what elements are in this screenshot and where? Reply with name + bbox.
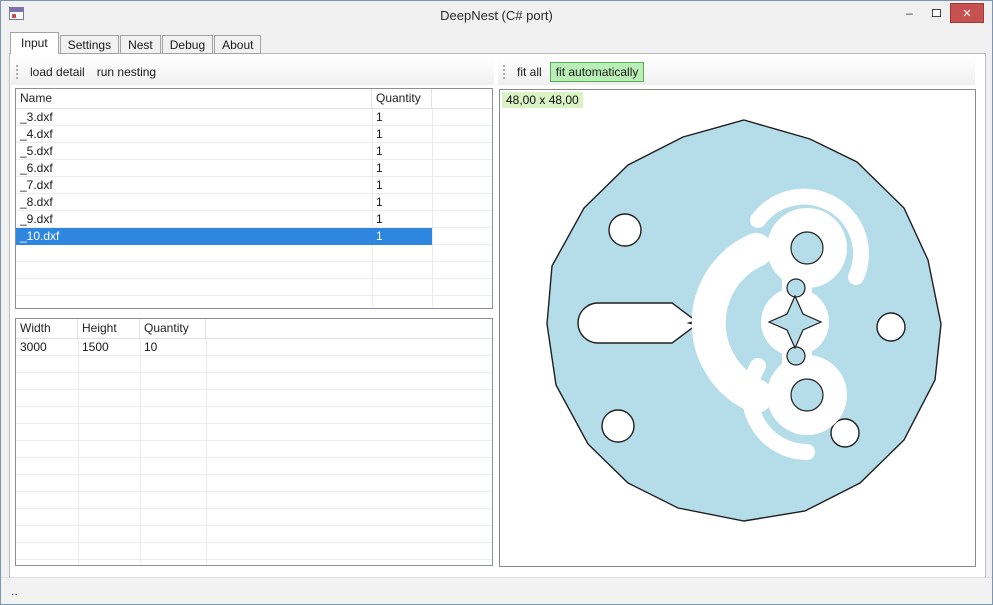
app-window: DeepNest (C# port) – ✕ Input Settings Ne… bbox=[0, 0, 993, 605]
title-bar[interactable]: DeepNest (C# port) – ✕ bbox=[1, 1, 992, 34]
tab-settings[interactable]: Settings bbox=[60, 35, 119, 54]
list-cell: 3000 bbox=[16, 339, 78, 356]
list-cell: _9.dxf bbox=[16, 211, 372, 228]
sheets-list-header: WidthHeightQuantity bbox=[16, 319, 492, 339]
grid-line bbox=[432, 109, 433, 308]
list-cell: _10.dxf bbox=[16, 228, 372, 245]
toolbar-grip-icon bbox=[16, 65, 18, 80]
run-nesting-button[interactable]: run nesting bbox=[91, 62, 162, 82]
list-item[interactable]: 3000150010 bbox=[16, 339, 206, 356]
list-cell: 1 bbox=[372, 211, 432, 228]
list-cell: _4.dxf bbox=[16, 126, 372, 143]
window-controls: – ✕ bbox=[896, 3, 984, 23]
grid-line bbox=[78, 339, 79, 565]
minimize-button[interactable]: – bbox=[896, 3, 923, 23]
list-cell: 1 bbox=[372, 228, 432, 245]
toolbar-grip-icon bbox=[503, 65, 505, 80]
window-title: DeepNest (C# port) bbox=[1, 8, 992, 23]
tab-about[interactable]: About bbox=[214, 35, 261, 54]
list-cell: 1 bbox=[372, 143, 432, 160]
list-item[interactable]: _6.dxf1 bbox=[16, 160, 432, 177]
list-cell: 1 bbox=[372, 109, 432, 126]
list-cell: _8.dxf bbox=[16, 194, 372, 211]
list-cell: _7.dxf bbox=[16, 177, 372, 194]
list-cell: 1 bbox=[372, 194, 432, 211]
status-text: .. bbox=[11, 584, 18, 598]
tab-debug[interactable]: Debug bbox=[162, 35, 213, 54]
tab-page-input: load detail run nesting fit all fit auto… bbox=[9, 53, 986, 578]
list-item[interactable]: _8.dxf1 bbox=[16, 194, 432, 211]
parts-list-header: NameQuantity bbox=[16, 89, 492, 109]
tab-nest[interactable]: Nest bbox=[120, 35, 161, 54]
column-header[interactable]: Width bbox=[16, 319, 78, 338]
list-item[interactable]: _10.dxf1 bbox=[16, 228, 432, 245]
sheets-list-body: 3000150010 bbox=[16, 339, 492, 565]
list-cell: 1 bbox=[372, 177, 432, 194]
load-detail-button[interactable]: load detail bbox=[24, 62, 91, 82]
list-cell: 1500 bbox=[78, 339, 140, 356]
grid-line bbox=[140, 339, 141, 565]
maximize-button[interactable] bbox=[923, 3, 950, 23]
left-toolbar: load detail run nesting bbox=[11, 59, 494, 85]
dimension-label: 48,00 x 48,00 bbox=[502, 92, 583, 108]
tab-strip: Input Settings Nest Debug About bbox=[10, 32, 262, 54]
column-header[interactable]: Height bbox=[78, 319, 140, 338]
sheets-list[interactable]: WidthHeightQuantity 3000150010 bbox=[15, 318, 493, 566]
column-header[interactable]: Quantity bbox=[140, 319, 206, 338]
list-cell: _5.dxf bbox=[16, 143, 372, 160]
list-cell: _3.dxf bbox=[16, 109, 372, 126]
list-item[interactable]: _7.dxf1 bbox=[16, 177, 432, 194]
fit-automatically-toggle[interactable]: fit automatically bbox=[550, 62, 645, 82]
list-cell: 10 bbox=[140, 339, 206, 356]
tab-input[interactable]: Input bbox=[10, 32, 59, 54]
fit-all-button[interactable]: fit all bbox=[511, 62, 548, 82]
part-shape bbox=[547, 120, 941, 521]
maximize-icon bbox=[932, 9, 941, 17]
list-item[interactable]: _4.dxf1 bbox=[16, 126, 432, 143]
status-bar: .. bbox=[1, 577, 992, 604]
column-header[interactable]: Name bbox=[16, 89, 372, 108]
list-item[interactable]: _3.dxf1 bbox=[16, 109, 432, 126]
grid-line bbox=[206, 339, 207, 565]
close-button[interactable]: ✕ bbox=[950, 3, 984, 23]
list-cell: _6.dxf bbox=[16, 160, 372, 177]
part-preview bbox=[500, 90, 975, 566]
list-cell: 1 bbox=[372, 126, 432, 143]
preview-canvas[interactable]: 48,00 x 48,00 bbox=[499, 89, 976, 567]
column-header[interactable]: Quantity bbox=[372, 89, 432, 108]
right-toolbar: fit all fit automatically bbox=[498, 59, 975, 85]
parts-list[interactable]: NameQuantity _3.dxf1_4.dxf1_5.dxf1_6.dxf… bbox=[15, 88, 493, 309]
list-item[interactable]: _9.dxf1 bbox=[16, 211, 432, 228]
list-cell: 1 bbox=[372, 160, 432, 177]
list-item[interactable]: _5.dxf1 bbox=[16, 143, 432, 160]
parts-list-body: _3.dxf1_4.dxf1_5.dxf1_6.dxf1_7.dxf1_8.dx… bbox=[16, 109, 492, 308]
